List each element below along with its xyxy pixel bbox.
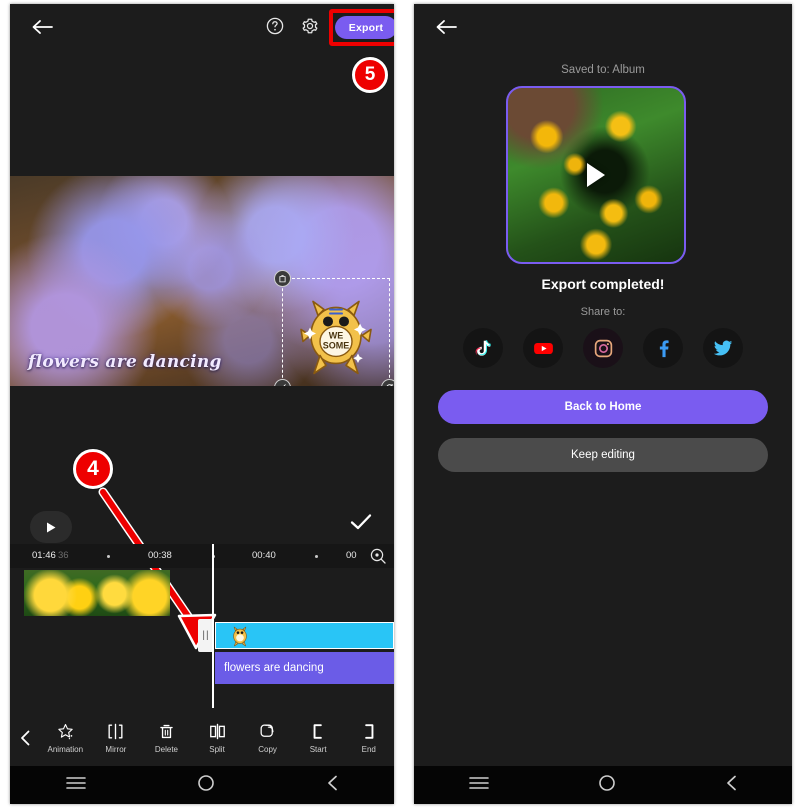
toolbar-item-mirror[interactable]: Mirror [91,722,142,754]
clip-toolbar: Animation Mirror Delete Split Copy Start… [10,710,394,766]
video-preview[interactable]: flowers are dancing WE SOME [10,176,394,386]
toolbar-item-end[interactable]: End [343,722,394,754]
preview-caption-text[interactable]: flowers are dancing [28,352,222,372]
back-arrow-icon[interactable] [434,16,458,38]
tiktok-icon [475,339,491,356]
exported-video-thumbnail[interactable] [506,86,686,264]
sticker-scale-handle[interactable] [274,379,291,386]
ruler-tick-0: 01:46 [32,550,56,561]
play-icon[interactable] [587,163,605,187]
svg-text:WE: WE [329,330,344,340]
ruler-tick-4: 00 [346,550,357,561]
video-track-thumb-b [170,570,394,616]
youtube-icon [533,342,553,354]
check-icon[interactable] [350,513,372,536]
bracket-right-icon [365,724,374,739]
split-icon [209,723,225,740]
text-clip[interactable]: flowers are dancing [215,652,394,684]
menu-icon[interactable] [65,776,86,795]
bracket-left-icon [313,724,322,739]
android-navbar-right [414,766,792,804]
sticker-rotate-handle[interactable] [381,379,394,386]
export-topbar [414,4,792,48]
play-icon[interactable] [30,511,72,543]
video-track-thumb-a [24,570,170,616]
ruler-tick-2: 00:38 [148,550,172,561]
help-circle-icon[interactable] [266,17,284,40]
toolbar-label-delete: Delete [154,745,178,754]
keep-editing-button[interactable]: Keep editing [438,438,768,472]
home-circle-icon[interactable] [197,774,215,797]
chevron-left-icon[interactable] [10,730,40,746]
toolbar-label-copy: Copy [258,745,277,754]
screenshot-stage: Export 5 flowers are dancing WE SOME 4 0… [0,0,800,808]
sticker-art: WE SOME [300,300,372,375]
ruler-tick-3: 00:40 [252,550,276,561]
sticker-clip[interactable] [215,622,394,649]
playhead[interactable] [212,544,214,708]
share-instagram-button[interactable] [583,328,623,368]
export-button[interactable]: Export [335,16,394,39]
twitter-icon [713,340,733,356]
share-tiktok-button[interactable] [463,328,503,368]
timeline-ruler[interactable]: 01:46 36 00:38 00:40 00 [10,544,394,568]
video-track[interactable] [24,570,394,616]
android-navbar-left [10,766,394,804]
toolbar-item-copy[interactable]: Copy [242,722,293,754]
saved-to-label: Saved to: Album [561,64,645,76]
mirror-icon [108,723,123,740]
editor-screen: Export 5 flowers are dancing WE SOME 4 0… [10,4,394,804]
annotation-badge-4: 4 [73,449,113,489]
back-arrow-icon[interactable] [30,16,54,38]
share-buttons-row [414,328,792,368]
back-to-home-button[interactable]: Back to Home [438,390,768,424]
toolbar-label-start: Start [309,745,327,754]
toolbar-item-delete[interactable]: Delete [141,722,192,754]
nav-back-icon[interactable] [326,775,339,796]
ruler-tick-1: 36 [58,550,69,561]
animation-star-icon [58,723,73,740]
editor-topbar: Export [10,4,394,48]
nav-back-icon[interactable] [725,775,738,796]
sticker-clip-thumb [233,626,247,646]
toolbar-item-animation[interactable]: Animation [40,722,91,754]
toolbar-label-mirror: Mirror [105,745,127,754]
annotation-badge-5: 5 [352,57,388,93]
instagram-icon [594,339,612,357]
share-youtube-button[interactable] [523,328,563,368]
toolbar-label-end: End [361,745,376,754]
toolbar-label-split: Split [209,745,225,754]
ruler-dot-c [315,555,318,558]
copy-icon [260,724,274,737]
svg-text:SOME: SOME [323,340,350,350]
toolbar-item-split[interactable]: Split [192,722,243,754]
share-facebook-button[interactable] [643,328,683,368]
ruler-dot-a [107,555,110,558]
toolbar-item-start[interactable]: Start [293,722,344,754]
sticker-selection-box[interactable]: WE SOME [274,270,394,386]
home-circle-icon[interactable] [598,774,616,797]
gear-icon[interactable] [301,17,319,40]
facebook-icon [659,340,669,358]
share-twitter-button[interactable] [703,328,743,368]
toolbar-label-animation: Animation [47,745,84,754]
menu-icon[interactable] [468,776,489,795]
sticker-delete-handle[interactable] [274,270,291,287]
player-controls [10,509,394,549]
trash-icon [160,724,173,739]
zoom-timeline-icon[interactable] [370,548,386,567]
